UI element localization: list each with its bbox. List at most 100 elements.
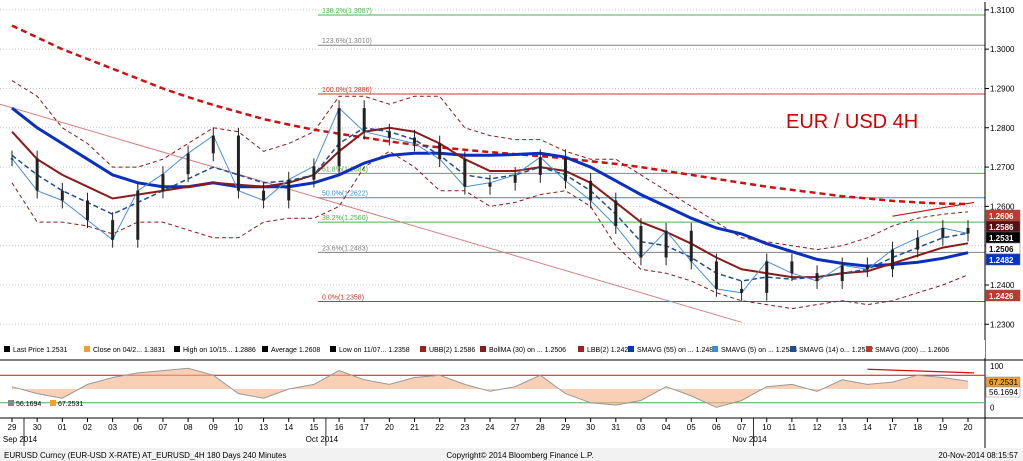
legend-swatch [174,346,180,352]
price-body [563,157,567,181]
osc-tick-label: 100 [990,362,1004,371]
price-body [60,190,64,201]
price-body [840,265,844,282]
legend-swatch [712,346,718,352]
legend-label: High on 10/15... 1.2886 [183,347,256,354]
price-body [589,180,593,201]
y-tick-label: 1.2400 [990,281,1015,290]
x-tick-label: 28 [536,423,545,432]
x-tick-label: 07 [737,423,746,432]
price-body [85,200,89,221]
y-tick-label: 1.3100 [990,6,1015,15]
month-label: Sep 2014 [3,435,38,444]
x-tick-label: 01 [58,423,67,432]
price-body [35,158,39,191]
x-tick-label: 10 [234,423,243,432]
x-tick-label: 03 [636,423,645,432]
x-tick-label: 20 [385,423,394,432]
price-body [916,237,920,250]
osc-badge-label: 67.2531 [989,378,1018,387]
y-tick-label: 1.2700 [990,163,1015,172]
price-body [211,135,215,154]
footer-right: 20-Nov-2014 08:15:57 [938,451,1018,460]
price-body [865,265,869,270]
price-body [689,230,693,262]
x-tick-label: 16 [335,423,344,432]
price-body [161,174,165,191]
x-tick-label: 29 [561,423,570,432]
legend-label: Close on 04/2... 1.3831 [93,347,165,354]
legend-swatch [578,346,584,352]
price-body [463,159,467,187]
legend-label: SMAVG (5) on ... 1.2544 [721,347,797,354]
x-tick-label: 11 [788,423,797,432]
x-tick-label: 20 [964,423,973,432]
x-tick-label: 06 [133,423,142,432]
price-badge-label: 1.2586 [989,223,1014,232]
price-body [891,249,895,270]
x-tick-label: 31 [611,423,620,432]
fib-label: 23.6%(1.2483) [322,245,368,252]
price-body [966,227,970,234]
price-body [413,137,417,144]
price-body [10,158,14,160]
legend-swatch [866,346,872,352]
legend-label: LBB(2) 1.2426 [587,347,632,354]
x-tick-label: 02 [83,423,92,432]
legend-swatch [84,346,90,352]
x-tick-label: 07 [158,423,167,432]
price-body [337,108,341,167]
price-body [513,174,517,183]
price-badge-label: 1.2506 [989,245,1014,254]
x-tick-label: 14 [863,423,872,432]
price-body [136,190,140,240]
x-tick-label: 04 [662,423,671,432]
price-body [614,200,618,227]
footer-left: EURUSD Curncy (EUR-USD X-RATE) AT_EURUSD… [4,451,286,460]
x-tick-label: 17 [360,423,369,432]
legend-label: BollMA (30) on ... 1.2506 [489,347,566,354]
x-tick-label: 24 [486,423,495,432]
price-badge-label: 1.2606 [989,212,1014,221]
legend-label: Last Price 1.2531 [13,347,68,354]
osc-legend-label: 56.1694 [16,401,41,408]
price-body [262,190,266,201]
month-label: Oct 2014 [306,435,339,444]
price-body [639,226,643,258]
fib-label: 100.0%(1.2886) [322,87,372,94]
x-tick-label: 30 [586,423,595,432]
legend-label: SMAVG (55) on ... 1.2482 [637,347,717,354]
price-badge-label: 1.2531 [989,234,1014,243]
price-body [815,273,819,282]
osc-tick-label: 0 [990,403,995,412]
legend-swatch [420,346,426,352]
legend-swatch [262,346,268,352]
price-body [714,261,718,289]
y-tick-label: 1.2800 [990,124,1015,133]
legend-swatch [480,346,486,352]
price-body [362,108,366,132]
legend-label: SMAVG (200) ... 1.2606 [875,347,949,354]
price-body [438,143,442,160]
price-body [765,261,769,293]
x-tick-label: 15 [309,423,318,432]
month-label: Nov 2014 [732,435,767,444]
x-tick-label: 21 [410,423,419,432]
fib-label: 138.2%(1.3087) [322,8,372,15]
x-tick-label: 13 [838,423,847,432]
fib-label: 0.0%(1.2358) [322,294,364,301]
price-body [790,261,794,274]
legend-label: UBB(2) 1.2586 [429,347,475,354]
osc-badge-label: 56.1694 [989,388,1018,397]
price-badge-label: 1.2482 [989,256,1014,265]
price-body [186,153,190,175]
eurusd-chart: 138.2%(1.3087) 123.6%(1.3010) 100.0%(1.288… [0,0,1023,461]
price-body [941,227,945,238]
x-tick-label: 14 [284,423,293,432]
price-body [312,166,316,180]
x-tick-label: 10 [762,423,771,432]
price-body [111,220,115,240]
x-tick-label: 23 [460,423,469,432]
price-body [740,288,744,293]
x-tick-label: 29 [8,423,17,432]
